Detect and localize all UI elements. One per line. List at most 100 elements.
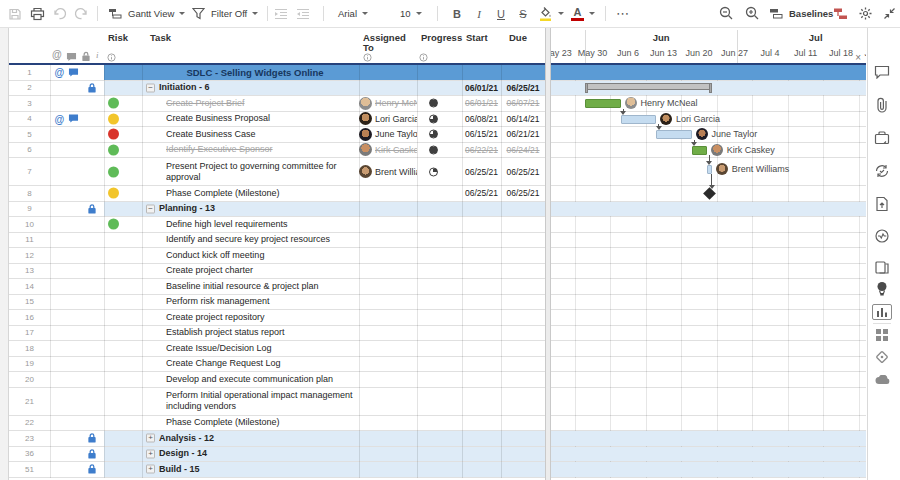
- row-number[interactable]: 20: [9, 372, 50, 387]
- due-date[interactable]: 06/25/21: [501, 81, 545, 96]
- start-date[interactable]: 06/25/21: [462, 186, 501, 201]
- risk-dot-green[interactable]: [108, 98, 119, 109]
- row-number[interactable]: 51: [9, 462, 50, 477]
- due-date[interactable]: 06/07/21: [501, 96, 545, 111]
- task-name[interactable]: Create project charter: [166, 264, 359, 279]
- sidebar-premium-icon[interactable]: [875, 350, 889, 364]
- assigned-cell[interactable]: Brent Williams: [359, 158, 417, 185]
- comment-icon[interactable]: [67, 112, 80, 125]
- row-number[interactable]: 7: [9, 158, 50, 185]
- progress-indicator[interactable]: [429, 130, 438, 139]
- baselines-button[interactable]: Baselines: [769, 0, 833, 27]
- column-header-risk[interactable]: Risk: [108, 33, 128, 43]
- sidebar-integrations-icon[interactable]: [875, 375, 890, 385]
- risk-dot-yellow[interactable]: [108, 113, 119, 124]
- progress-indicator[interactable]: [429, 114, 438, 123]
- progress-indicator[interactable]: [429, 99, 438, 108]
- task-name[interactable]: Design - 14: [159, 447, 359, 462]
- strikethrough-button[interactable]: S: [515, 0, 531, 27]
- task-name[interactable]: Initiation - 6: [159, 81, 359, 96]
- risk-dot-red[interactable]: [108, 129, 119, 140]
- task-name[interactable]: SDLC - Selling Widgets Online: [142, 65, 368, 80]
- lock-icon[interactable]: [85, 447, 98, 460]
- row-number[interactable]: 4: [9, 112, 50, 127]
- task-name[interactable]: Analysis - 12: [159, 431, 359, 446]
- font-selector[interactable]: Arial: [338, 0, 368, 27]
- task-name[interactable]: Baseline initial resource & project plan: [166, 279, 359, 294]
- row-number[interactable]: 23: [9, 431, 50, 446]
- task-name[interactable]: Conduct kick off meeting: [166, 248, 359, 263]
- column-header-start[interactable]: Start: [466, 33, 488, 43]
- assigned-cell[interactable]: Kirk Caskey: [359, 143, 417, 158]
- assigned-cell[interactable]: Lori Garcia: [359, 112, 417, 127]
- due-date[interactable]: 06/25/21: [501, 186, 545, 201]
- redo-button[interactable]: [74, 0, 89, 27]
- start-date[interactable]: 06/01/21: [462, 96, 501, 111]
- outdent-button[interactable]: [296, 0, 310, 27]
- sidebar-update-requests-icon[interactable]: [875, 164, 890, 179]
- task-name[interactable]: Create Issue/Decision Log: [166, 341, 359, 356]
- row-number[interactable]: 9: [9, 202, 50, 217]
- sidebar-proofs-icon[interactable]: [874, 131, 890, 145]
- task-name[interactable]: Identify and secure key project resource…: [166, 233, 359, 248]
- risk-dot-yellow[interactable]: [108, 188, 119, 199]
- task-name[interactable]: Perform risk management: [166, 295, 359, 310]
- task-name[interactable]: Create Change Request Log: [166, 357, 359, 372]
- filter-selector[interactable]: Filter Off: [192, 0, 258, 27]
- column-header-assigned[interactable]: Assigned To: [363, 33, 411, 53]
- more-button[interactable]: ⋯: [616, 0, 630, 27]
- risk-dot-green[interactable]: [108, 219, 119, 230]
- critical-path-button[interactable]: [833, 0, 848, 27]
- lock-icon[interactable]: [85, 463, 98, 476]
- row-number[interactable]: 21: [9, 388, 50, 415]
- row-number[interactable]: 3: [9, 96, 50, 111]
- expand-toggle[interactable]: +: [146, 449, 155, 458]
- task-name[interactable]: Establish project status report: [166, 326, 359, 341]
- view-selector[interactable]: Gantt View: [108, 0, 185, 27]
- row-number[interactable]: 13: [9, 264, 50, 279]
- row-number[interactable]: 8: [9, 186, 50, 201]
- print-button[interactable]: [30, 0, 45, 27]
- row-number[interactable]: 5: [9, 127, 50, 142]
- task-name[interactable]: Planning - 13: [159, 202, 359, 217]
- at-icon[interactable]: @: [53, 66, 66, 79]
- row-number[interactable]: 36: [9, 447, 50, 462]
- start-date[interactable]: 06/08/21: [462, 112, 501, 127]
- start-date[interactable]: 06/15/21: [462, 127, 501, 142]
- row-number[interactable]: 1: [9, 65, 50, 80]
- task-name[interactable]: Create project repository: [166, 310, 359, 325]
- italic-button[interactable]: I: [471, 0, 487, 27]
- fill-color-button[interactable]: [538, 0, 564, 27]
- task-name[interactable]: Perform Initial operational impact manag…: [166, 388, 359, 415]
- due-date[interactable]: 06/14/21: [501, 112, 545, 127]
- indent-button[interactable]: [274, 0, 288, 27]
- save-button[interactable]: [8, 0, 22, 27]
- task-name[interactable]: Create Project Brief: [166, 96, 359, 111]
- lock-icon[interactable]: [85, 202, 98, 215]
- lock-icon[interactable]: [85, 81, 98, 94]
- task-name[interactable]: Identify Executive Sponsor: [166, 143, 359, 158]
- row-number[interactable]: 15: [9, 295, 50, 310]
- sidebar-activity-log-icon[interactable]: [875, 229, 890, 244]
- progress-indicator[interactable]: [429, 145, 438, 154]
- row-number[interactable]: 18: [9, 341, 50, 356]
- task-name[interactable]: Present Project to governing committee f…: [166, 158, 359, 185]
- row-number[interactable]: 22: [9, 416, 50, 431]
- row-number[interactable]: 14: [9, 279, 50, 294]
- row-number[interactable]: 17: [9, 326, 50, 341]
- lock-icon[interactable]: [85, 432, 98, 445]
- task-name[interactable]: Define high level requirements: [166, 217, 359, 232]
- task-name[interactable]: Phase Complete (Milestone): [166, 416, 359, 431]
- row-number[interactable]: 16: [9, 310, 50, 325]
- task-name[interactable]: Create Business Proposal: [166, 112, 359, 127]
- settings-button[interactable]: [858, 0, 873, 27]
- underline-button[interactable]: U: [493, 0, 509, 27]
- start-date[interactable]: 06/22/21: [462, 143, 501, 158]
- bold-button[interactable]: B: [449, 0, 465, 27]
- sidebar-charts-icon[interactable]: [872, 304, 892, 320]
- undo-button[interactable]: [52, 0, 67, 27]
- task-name[interactable]: Develop and execute communication plan: [166, 372, 359, 387]
- task-name[interactable]: Create Business Case: [166, 127, 359, 142]
- due-date[interactable]: 06/21/21: [501, 127, 545, 142]
- risk-dot-green[interactable]: [108, 144, 119, 155]
